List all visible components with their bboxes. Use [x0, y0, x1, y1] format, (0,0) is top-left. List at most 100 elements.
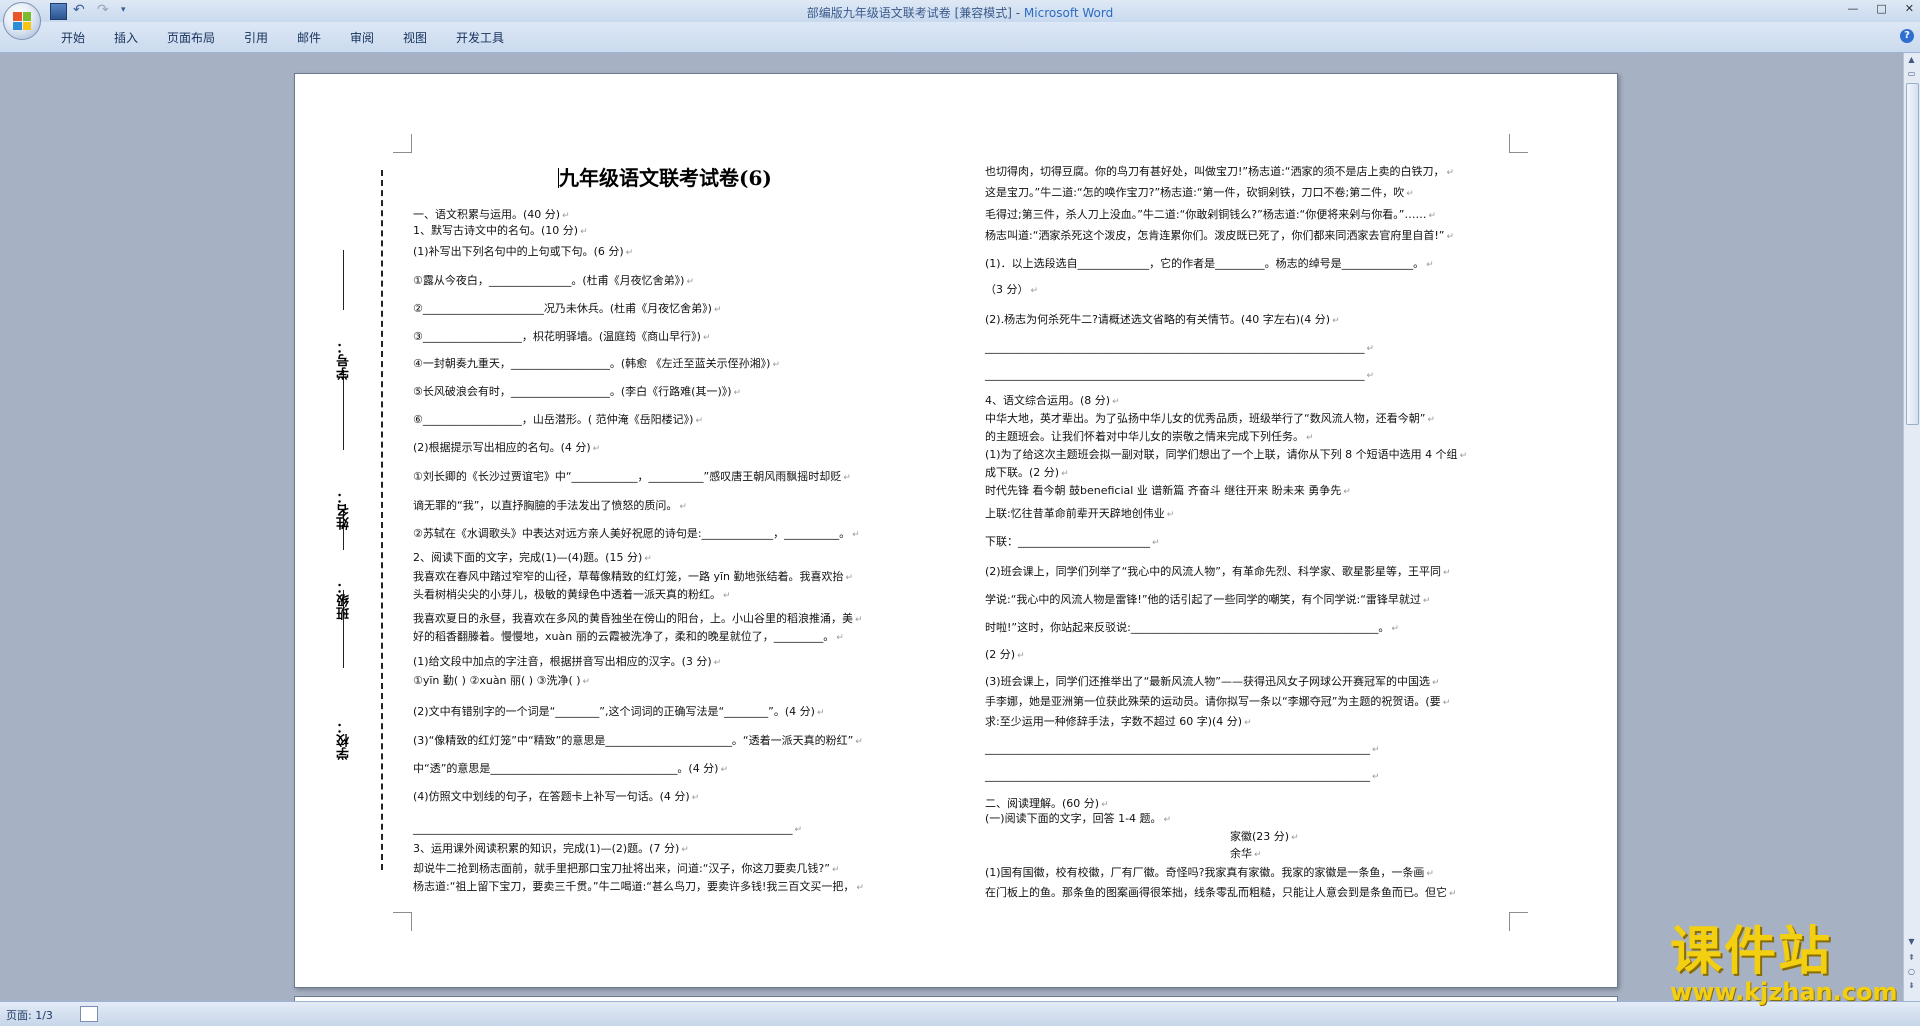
ribbon-tabs: 开始 插入 页面布局 引用 邮件 审阅 视图 开发工具	[0, 22, 1920, 53]
left-line: 我喜欢在春风中踏过窄窄的山径，草莓像精致的红灯笼，一路 yīn 勤地张结着。我喜…	[413, 570, 854, 583]
scrollbar-thumb[interactable]	[1906, 83, 1919, 425]
right-line: 这是宝刀。”牛二道:“怎的唤作宝刀?”杨志道:“第一件，砍铜剁铁，刀口不卷;第二…	[985, 186, 1414, 199]
maximize-button[interactable]: □	[1876, 2, 1886, 15]
paragraph-mark-icon: ↵	[845, 573, 854, 583]
right-line: 在门板上的鱼。那条鱼的图案画得很笨拙，线条零乱而粗糙，只能让人意会到是条鱼而已。…	[985, 886, 1457, 899]
paragraph-mark-icon: ↵	[1366, 344, 1375, 354]
left-line: 好的稻香翻滕着。慢慢地，xuàn 丽的云霞被洗净了，柔和的晚星就位了，_____…	[413, 630, 844, 643]
left-line: 头看树梢尖尖的小芽儿，极敏的黄绿色中透着一派天真的粉红。 ↵	[413, 588, 731, 601]
right-line: (1)国有国徽，校有校徽，厂有厂徽。奇怪吗?我家真有家徽。我家的家徽是一条鱼，一…	[985, 866, 1434, 879]
right-line: （3 分） ↵	[985, 283, 1039, 296]
number-label: 学号：	[337, 341, 352, 380]
left-line: ________________________________________…	[413, 822, 803, 835]
number-blank	[343, 250, 344, 310]
tab-developer[interactable]: 开发工具	[456, 29, 504, 46]
paragraph-mark-icon: ↵	[855, 737, 863, 747]
paragraph-mark-icon: ↵	[1343, 487, 1351, 497]
paragraph-mark-icon: ↵	[1030, 286, 1039, 296]
watermark-title: 课件站	[1670, 921, 1833, 982]
paragraph-mark-icon: ↵	[1372, 772, 1380, 782]
tab-references[interactable]: 引用	[244, 29, 268, 46]
right-line: ________________________________________…	[985, 368, 1375, 381]
paragraph-mark-icon: ↵	[843, 473, 851, 483]
right-line: 的主题班会。让我们怀着对中华儿女的崇敬之情来完成下列任务。 ↵	[985, 430, 1314, 443]
paragraph-mark-icon: ↵	[856, 883, 864, 893]
tab-home[interactable]: 开始	[61, 29, 85, 46]
paragraph-mark-icon: ↵	[852, 530, 860, 540]
tab-page-layout[interactable]: 页面布局	[167, 29, 215, 46]
paragraph-mark-icon: ↵	[1017, 651, 1025, 661]
window-controls: — □ ✕	[1847, 2, 1914, 15]
tab-view[interactable]: 视图	[403, 29, 427, 46]
right-line: (2).杨志为何杀死牛二?请概述选文省略的有关情节。(40 字左右)(4 分) ↵	[985, 313, 1340, 326]
title-bar: ↶ ↷ ▾ 部编版九年级语文联考试卷 [兼容模式] - Microsoft Wo…	[0, 0, 1920, 22]
paragraph-mark-icon: ↵	[1291, 833, 1299, 843]
right-line: (2 分) ↵	[985, 648, 1025, 661]
paragraph-mark-icon: ↵	[1422, 596, 1431, 606]
left-line: ③__________________，枳花明驿墙。(温庭筠《商山早行》) ↵	[413, 330, 711, 343]
paragraph-mark-icon: ↵	[1244, 718, 1252, 728]
right-line: 4、语文综合运用。(8 分) ↵	[985, 394, 1120, 407]
paragraph-mark-icon: ↵	[1372, 745, 1380, 755]
paragraph-mark-icon: ↵	[733, 388, 742, 398]
crop-mark	[393, 912, 412, 931]
app-name: Microsoft Word	[1023, 6, 1114, 20]
proofing-icon[interactable]	[80, 1006, 98, 1022]
right-line: 也切得肉，切得豆腐。你的鸟刀有甚好处，叫做宝刀!”杨志道:“洒家的须不是店上卖的…	[985, 165, 1455, 178]
paragraph-mark-icon: ↵	[1446, 168, 1455, 178]
left-line: (4)仿照文中划线的句子，在答题卡上补写一句话。(4 分) ↵	[413, 790, 700, 803]
tab-insert[interactable]: 插入	[114, 29, 138, 46]
document-title-text: 九年级语文联考试卷(6)	[559, 166, 772, 190]
left-line: ①刘长卿的《长沙过贾谊宅》中“____________，__________”感…	[413, 470, 851, 483]
crop-mark	[1509, 912, 1528, 931]
paragraph-mark-icon: ↵	[713, 658, 722, 668]
help-icon[interactable]: ?	[1900, 29, 1914, 43]
paragraph-mark-icon: ↵	[772, 360, 780, 370]
paragraph-mark-icon: ↵	[580, 227, 588, 237]
paragraph-mark-icon: ↵	[1449, 889, 1457, 899]
paragraph-mark-icon: ↵	[1427, 415, 1435, 425]
paragraph-mark-icon: ↵	[562, 211, 570, 221]
right-line: 学说:“我心中的风流人物是雷锋!”他的话引起了一些同学的嘲笑，有个同学说:“雷锋…	[985, 593, 1431, 606]
name-blank	[343, 370, 344, 450]
paragraph-mark-icon: ↵	[836, 633, 844, 643]
left-line: ②______________________况乃未休兵。(杜甫《月夜忆舍弟》)…	[413, 302, 722, 315]
right-line: ________________________________________…	[985, 769, 1380, 782]
paragraph-mark-icon: ↵	[1306, 433, 1314, 443]
right-line: ________________________________________…	[985, 742, 1380, 755]
office-button[interactable]	[3, 2, 41, 40]
paragraph-mark-icon: ↵	[625, 248, 634, 258]
paragraph-mark-icon: ↵	[582, 677, 591, 687]
right-line: (一)阅读下面的文字，回答 1-4 题。 ↵	[985, 812, 1172, 825]
ruler-toggle-icon[interactable]: ▭	[1906, 69, 1917, 81]
right-line: 二、阅读理解。(60 分) ↵	[985, 797, 1109, 810]
left-line: ①露从今夜白，_______________。(杜甫《月夜忆舍弟》) ↵	[413, 274, 694, 287]
paragraph-mark-icon: ↵	[1442, 568, 1451, 578]
tab-review[interactable]: 审阅	[350, 29, 374, 46]
office-logo-icon	[13, 12, 31, 30]
left-line: ④一封朝奏九重天，__________________。(韩愈 《左迁至蓝关示侄…	[413, 357, 780, 370]
right-line: 杨志叫道:“洒家杀死这个泼皮，怎肯连累你们。泼皮既已死了，你们都来同洒家去官府里…	[985, 229, 1455, 242]
paragraph-mark-icon: ↵	[1112, 397, 1120, 407]
paragraph-mark-icon: ↵	[816, 708, 825, 718]
paragraph-mark-icon: ↵	[1428, 211, 1436, 221]
paragraph-mark-icon: ↵	[1426, 869, 1434, 879]
vertical-scrollbar[interactable]: ▲ ▭ ▼ ⇞ ○ ⇟	[1903, 53, 1920, 1001]
left-line: (2)根据提示写出相应的名句。(4 分) ↵	[413, 441, 601, 454]
left-line: ⑥__________________，山岳潜形。( 范仲淹《岳阳楼记》) ↵	[413, 413, 703, 426]
paragraph-mark-icon: ↵	[1459, 451, 1468, 461]
minimize-button[interactable]: —	[1847, 2, 1858, 15]
paragraph-mark-icon: ↵	[855, 615, 863, 625]
close-button[interactable]: ✕	[1905, 2, 1914, 15]
scroll-up-icon[interactable]: ▲	[1906, 55, 1917, 67]
right-line: 求:至少运用一种修辞手法，字数不超过 60 字)(4 分) ↵	[985, 715, 1252, 728]
tab-mailings[interactable]: 邮件	[297, 29, 321, 46]
page-count[interactable]: 页面: 1/3	[6, 1007, 53, 1023]
left-line: 中“透”的意思是________________________________…	[413, 762, 729, 775]
left-line: ①yīn 勤( ) ②xuàn 丽( ) ③洗净( ) ↵	[413, 674, 591, 687]
left-line: (3)“像精致的红灯笼”中“精致”的意思是___________________…	[413, 734, 863, 747]
site-watermark: 课件站 www.kjzhan.com	[1670, 921, 1910, 1006]
binding-dashed-line	[381, 170, 383, 870]
right-line: 上联:忆往昔革命前辈开天辟地创伟业 ↵	[985, 507, 1175, 520]
left-line: ②苏轼在《水调歌头》中表达对远方亲人美好祝愿的诗句是:_____________…	[413, 527, 860, 540]
